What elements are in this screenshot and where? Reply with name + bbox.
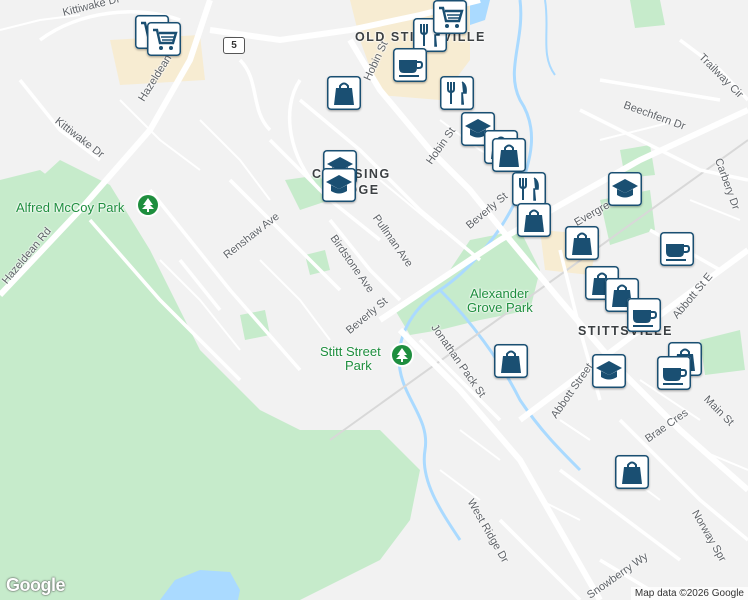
restaurant-icon: [447, 81, 467, 105]
cafe-icon: [666, 244, 691, 261]
poi-marker[interactable]: [615, 455, 649, 489]
park-label-alexander: Alexander: [470, 286, 529, 301]
park-pin-alfred-mccoy[interactable]: [138, 195, 158, 215]
school-icon: [326, 175, 352, 194]
poi-marker[interactable]: [627, 298, 661, 332]
park-label-stitt-street: Stitt Street: [320, 344, 381, 359]
school-icon: [596, 361, 622, 380]
poi-marker[interactable]: [327, 76, 361, 110]
shopping-bag-icon: [501, 350, 521, 373]
shopping-bag-icon: [499, 144, 519, 167]
park-label-park: Park: [345, 358, 372, 373]
park-label-grove-park: Grove Park: [467, 300, 533, 315]
poi-marker[interactable]: [565, 226, 599, 260]
highway-shield-label: 5: [231, 40, 237, 51]
shopping-bag-icon: [622, 461, 642, 484]
tree-icon: [396, 348, 408, 362]
poi-marker[interactable]: [657, 356, 691, 390]
poi-marker[interactable]: [147, 22, 181, 56]
tree-icon: [142, 198, 154, 212]
poi-marker[interactable]: [608, 172, 642, 206]
poi-marker[interactable]: [433, 0, 467, 34]
poi-marker[interactable]: [393, 48, 427, 82]
poi-marker[interactable]: [517, 203, 551, 237]
map-canvas[interactable]: 5 Kittiwake Dr Hazeldean Rd Kittiwake Dr…: [0, 0, 748, 600]
park-pin-stitt-street[interactable]: [392, 345, 412, 365]
poi-marker[interactable]: [512, 172, 546, 206]
shopping-cart-icon: [439, 6, 464, 28]
shopping-cart-icon: [153, 28, 178, 50]
highway-5-shield: 5: [223, 37, 245, 54]
shopping-bag-icon: [572, 232, 592, 255]
poi-marker[interactable]: [492, 138, 526, 172]
school-icon: [612, 179, 638, 198]
poi-marker[interactable]: [440, 76, 474, 110]
poi-marker[interactable]: [592, 354, 626, 388]
shopping-bag-icon: [524, 209, 544, 232]
shopping-bag-icon: [334, 82, 354, 105]
park-label-alfred-mccoy: Alfred McCoy Park: [16, 200, 125, 215]
cafe-icon: [663, 368, 688, 385]
poi-marker[interactable]: [322, 168, 356, 202]
restaurant-icon: [519, 177, 539, 201]
cafe-icon: [633, 310, 658, 327]
map-attribution[interactable]: Map data ©2026 Google: [630, 587, 748, 600]
google-logo: Google: [6, 575, 66, 595]
poi-marker[interactable]: [494, 344, 528, 378]
cafe-icon: [399, 60, 424, 77]
poi-marker[interactable]: [660, 232, 694, 266]
